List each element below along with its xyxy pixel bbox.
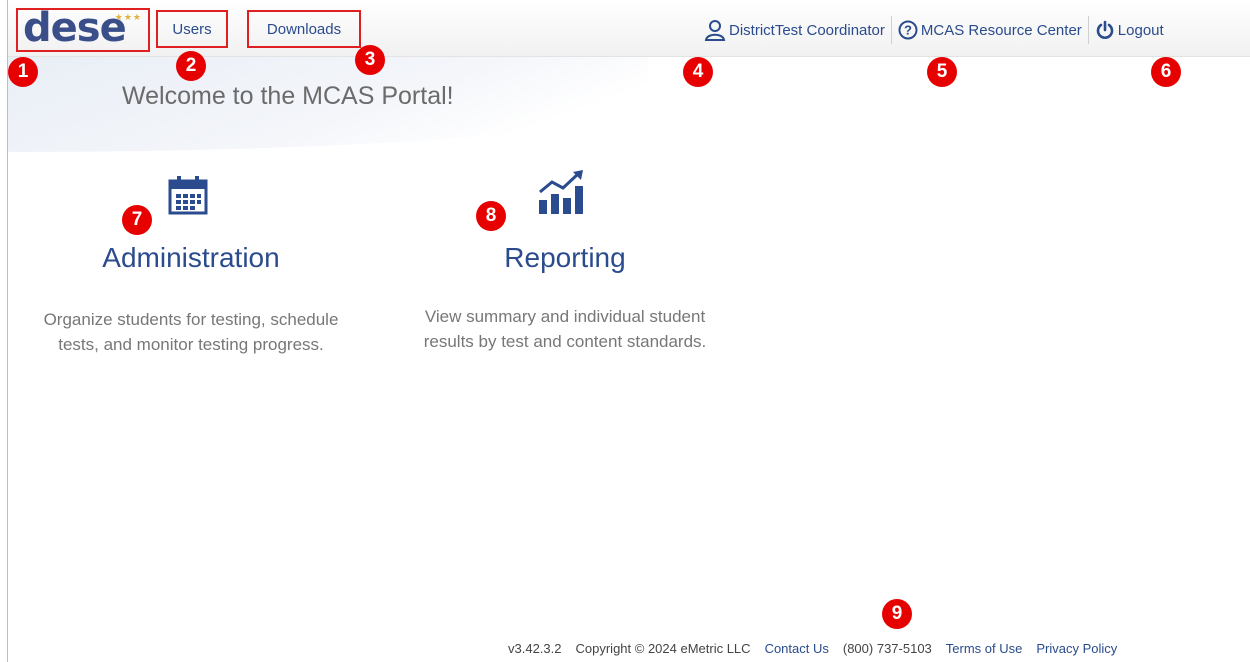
logout-link[interactable]: Logout — [1095, 20, 1164, 40]
callout-badge-8: 8 — [476, 201, 506, 231]
chart-trend-icon[interactable] — [537, 168, 585, 216]
header-right-nav: DistrictTest Coordinator ? MCAS Resource… — [704, 16, 1164, 44]
logout-label: Logout — [1117, 21, 1164, 39]
header-divider — [890, 16, 892, 44]
copyright-text: Copyright © 2024 eMetric LLC — [575, 641, 751, 656]
nav-downloads-label: Downloads — [266, 20, 342, 38]
phone-text: (800) 737-5103 — [842, 641, 932, 656]
resource-center-link[interactable]: ? MCAS Resource Center — [898, 20, 1082, 40]
callout-badge-2: 2 — [176, 51, 206, 81]
header-divider — [1087, 16, 1089, 44]
callout-badge-6: 6 — [1151, 57, 1181, 87]
nav-users-label: Users — [172, 20, 212, 38]
calendar-icon[interactable] — [168, 175, 208, 215]
user-profile-link[interactable]: DistrictTest Coordinator — [704, 19, 885, 41]
callout-badge-4: 4 — [683, 57, 713, 87]
reporting-description: View summary and individual student resu… — [423, 307, 707, 351]
contact-us-link[interactable]: Contact Us — [765, 641, 829, 656]
dese-logo[interactable]: dese ★★★ — [16, 5, 150, 52]
reporting-title[interactable]: Reporting — [430, 242, 700, 274]
callout-badge-7: 7 — [122, 205, 152, 235]
administration-title[interactable]: Administration — [56, 242, 326, 274]
resource-center-label: MCAS Resource Center — [920, 21, 1082, 39]
user-name-label: DistrictTest Coordinator — [729, 21, 885, 39]
terms-of-use-link[interactable]: Terms of Use — [946, 641, 1023, 656]
privacy-policy-link[interactable]: Privacy Policy — [1036, 641, 1117, 656]
footer: v3.42.3.2 Copyright © 2024 eMetric LLC C… — [508, 641, 1117, 656]
svg-text:?: ? — [904, 23, 912, 38]
logo-stars-decoration: ★★★ — [114, 12, 142, 22]
callout-badge-9: 9 — [882, 599, 912, 629]
callout-badge-5: 5 — [927, 57, 957, 87]
version-text: v3.42.3.2 — [508, 641, 562, 656]
welcome-heading: Welcome to the MCAS Portal! — [122, 82, 454, 110]
help-circle-icon: ? — [898, 20, 918, 40]
nav-users-link[interactable]: Users — [156, 10, 228, 48]
logo-text: dese — [23, 5, 127, 51]
nav-downloads-link[interactable]: Downloads — [247, 10, 361, 48]
callout-badge-1: 1 — [8, 57, 38, 87]
power-icon — [1096, 20, 1114, 39]
administration-description: Organize students for testing, schedule … — [43, 310, 339, 354]
callout-badge-3: 3 — [355, 45, 385, 75]
user-icon — [704, 20, 726, 41]
